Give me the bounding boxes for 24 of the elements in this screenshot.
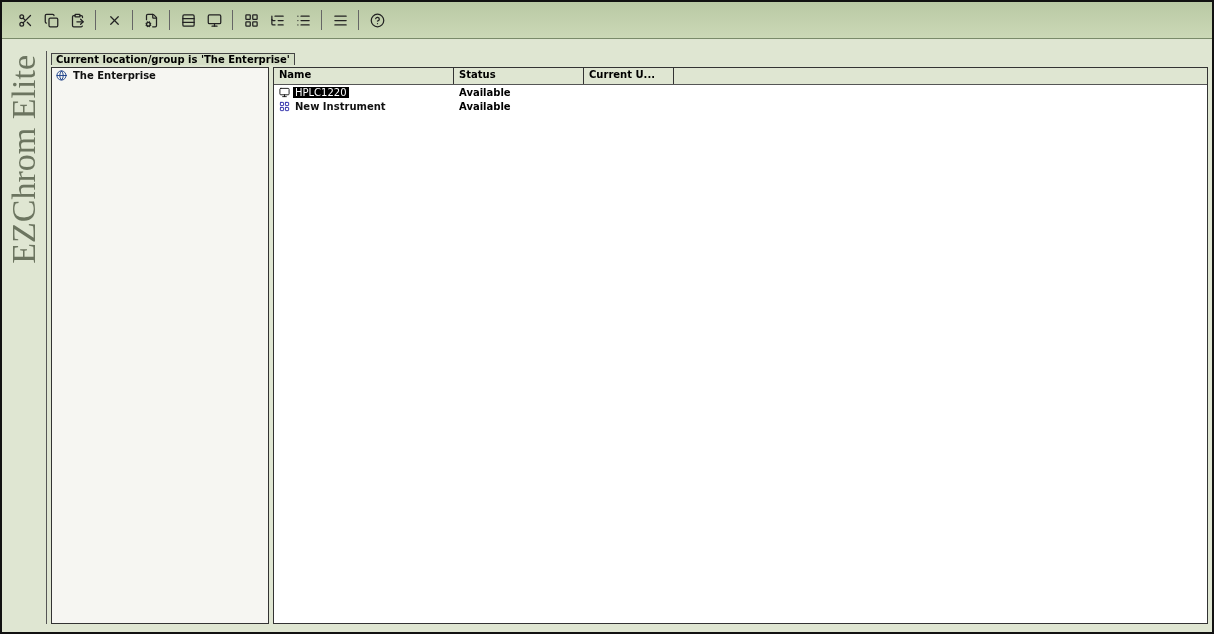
details-icon[interactable] xyxy=(332,12,348,28)
cut-icon[interactable] xyxy=(17,12,33,28)
instrument-name[interactable]: New Instrument xyxy=(293,100,388,112)
paste-icon[interactable] xyxy=(69,12,85,28)
column-header[interactable]: Status xyxy=(454,68,584,84)
status-text: Available xyxy=(459,86,511,98)
instrument-icon xyxy=(279,86,290,98)
status-text: Available xyxy=(459,100,511,112)
column-header[interactable]: Current U... xyxy=(584,68,674,84)
new-instrument-icon xyxy=(279,100,290,112)
monitor-icon[interactable] xyxy=(206,12,222,28)
list-icon[interactable] xyxy=(295,12,311,28)
instrument-name[interactable]: HPLC1220 xyxy=(293,86,349,98)
properties-icon[interactable] xyxy=(143,12,159,28)
tree-icon[interactable] xyxy=(269,12,285,28)
globe-icon xyxy=(56,70,67,81)
brand-logo-text: EZChrom Elite xyxy=(5,54,43,264)
panel-icon[interactable] xyxy=(180,12,196,28)
help-icon[interactable] xyxy=(369,12,385,28)
location-label: Current location/group is 'The Enterprise' xyxy=(51,53,295,65)
copy-icon[interactable] xyxy=(43,12,59,28)
grid-icon[interactable] xyxy=(243,12,259,28)
column-header[interactable]: Name xyxy=(274,68,454,84)
tree-item[interactable]: The Enterprise xyxy=(71,70,158,81)
